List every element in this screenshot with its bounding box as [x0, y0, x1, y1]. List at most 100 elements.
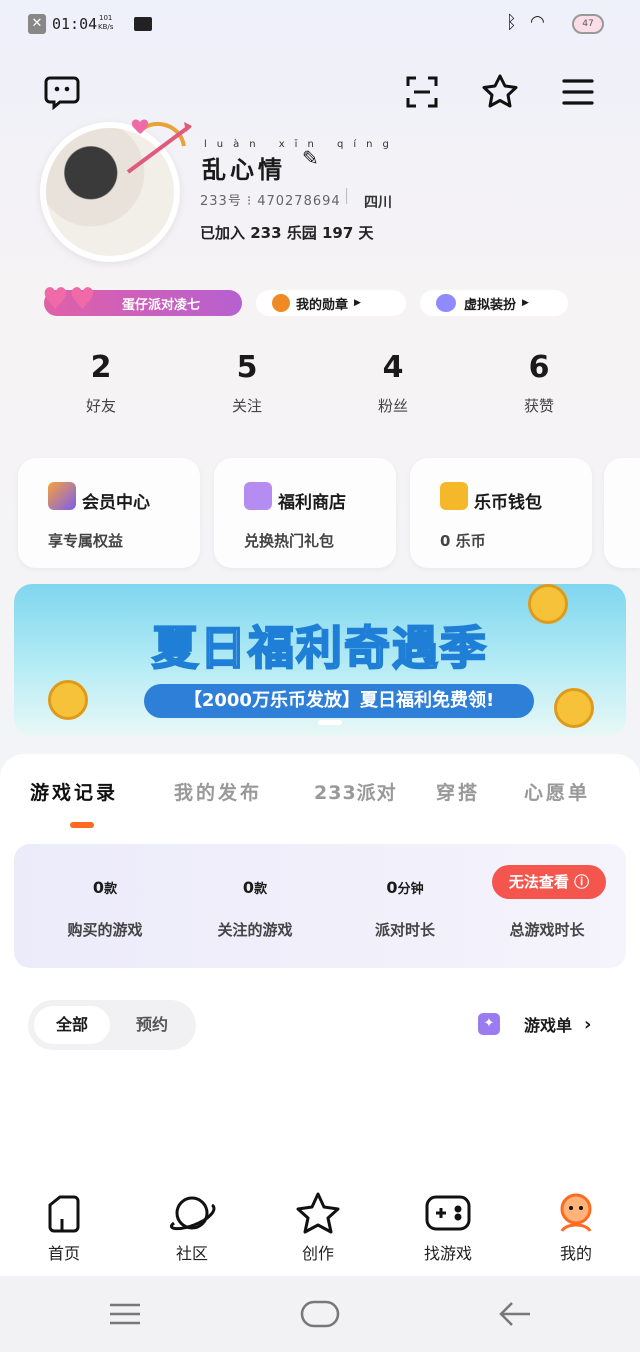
stat-label: 好友 [85, 397, 116, 415]
stat-label: 关注的游戏 [217, 921, 293, 939]
stat-value: 0款 [180, 878, 330, 897]
tab-home[interactable]: 首页 [14, 1190, 114, 1264]
wallet-icon [440, 482, 468, 510]
crown-icon [48, 482, 76, 510]
user-name: 乱心情 [202, 156, 286, 184]
my-medal-button[interactable]: 我的勋章 ▶ [256, 290, 406, 316]
scan-icon[interactable] [400, 70, 444, 114]
bottom-tab-bar: 首页 社区 创作 找游戏 我的 [0, 1178, 640, 1276]
sparkle-icon: ✦ [478, 1013, 500, 1035]
stat-value-number: 0 [242, 878, 255, 897]
card-title: 福利商店 [278, 493, 346, 513]
tab-outfit[interactable]: 穿搭 [436, 778, 480, 805]
coin-icon [554, 688, 594, 728]
stat-unit: 分钟 [397, 882, 424, 897]
camera-icon [134, 17, 152, 31]
stat-fans[interactable]: 4 粉丝 [328, 350, 458, 416]
arrow-right-icon: ▶ [522, 298, 529, 308]
edit-icon[interactable]: ✎ [302, 146, 319, 170]
location: 四川 [364, 195, 392, 211]
virtual-dress-button[interactable]: 虚拟装扮 ▶ [420, 290, 568, 316]
stat-value: 4 [382, 350, 404, 385]
purchased-games: 0款购买的游戏 [30, 878, 180, 940]
game-stats-box: 0款 购买的游戏 0款 关注的游戏 0分钟 派对时长 总游戏时长 [14, 844, 626, 968]
more-card[interactable] [604, 458, 640, 568]
tab-game-record[interactable]: 游戏记录 [30, 778, 118, 805]
stat-value: 0款 [30, 878, 180, 897]
coin-wallet-card[interactable]: 乐币钱包 0 乐币 [410, 458, 592, 568]
tab-mine[interactable]: 我的 [526, 1190, 626, 1264]
recent-apps-icon[interactable] [108, 1302, 142, 1330]
game-list-label: 游戏单 [524, 1016, 573, 1035]
tab-my-posts[interactable]: 我的发布 [174, 778, 262, 805]
planet-icon [142, 1190, 242, 1236]
home-button-icon[interactable] [300, 1300, 340, 1332]
speed-unit: KB/s [98, 23, 114, 31]
stat-value-number: 0 [386, 878, 398, 897]
stat-likes[interactable]: 6 获赞 [474, 350, 604, 416]
banner-subtitle: 【2000万乐币发放】夏日福利免费领! [144, 684, 534, 718]
card-subtitle: 0 乐币 [440, 532, 486, 550]
stat-value: 0分钟 [330, 878, 480, 897]
system-nav-bar [0, 1276, 640, 1352]
tab-label: 首页 [47, 1244, 80, 1263]
stat-label: 购买的游戏 [67, 921, 143, 939]
stat-label: 派对时长 [374, 921, 435, 939]
stat-value: 5 [236, 350, 258, 385]
cupid-frame-decoration [120, 112, 200, 192]
star-icon [268, 1190, 368, 1236]
party-time: 0分钟派对时长 [330, 878, 480, 940]
home-icon [14, 1190, 114, 1236]
favorite-star-icon[interactable] [478, 70, 522, 114]
speed-value: 101 [99, 14, 113, 22]
card-title: 会员中心 [82, 493, 150, 513]
chevron-right-icon: › [584, 1013, 592, 1035]
welfare-store-card[interactable]: 福利商店兑换热门礼包 [214, 458, 396, 568]
medal-icon [272, 294, 290, 312]
game-list-link[interactable]: ✦ 游戏单 › [478, 1012, 591, 1036]
stat-unit: 款 [254, 882, 268, 897]
help-icon: ⓘ [574, 873, 590, 891]
battery-icon: 47 [572, 14, 604, 34]
profile-tabs: 游戏记录 我的发布 233派对 穿搭 心愿单 [0, 778, 640, 818]
filter-reserve[interactable]: 预约 [122, 1006, 182, 1044]
network-speed: 101 KB/s [98, 14, 113, 32]
stat-label: 关注 [231, 397, 262, 415]
stat-label: 粉丝 [377, 397, 408, 415]
mine-avatar-icon [526, 1190, 626, 1236]
tab-wishlist[interactable]: 心愿单 [524, 778, 590, 805]
tab-label: 我的 [559, 1244, 592, 1263]
filter-all[interactable]: 全部 [34, 1006, 110, 1044]
gamepad-icon [398, 1190, 498, 1236]
card-title: 乐币钱包 [474, 493, 542, 513]
joined-days: 已加入 233 乐园 197 天 [200, 224, 374, 242]
menu-icon[interactable] [556, 70, 600, 114]
summer-event-banner[interactable]: 夏日福利奇遇季 【2000万乐币发放】夏日福利免费领! [14, 584, 626, 736]
cannot-view-button[interactable]: 无法查看 ⓘ [492, 865, 606, 899]
member-center-card[interactable]: 会员中心享专属权益 [18, 458, 200, 568]
card-subtitle: 享专属权益 [48, 532, 124, 550]
tab-label: 社区 [175, 1244, 208, 1263]
cat-icon [436, 294, 456, 312]
dress-label: 虚拟装扮 [464, 297, 517, 313]
tab-create[interactable]: 创作 [268, 1190, 368, 1264]
notification-icon: ✕ [28, 14, 46, 34]
coin-icon [48, 680, 88, 720]
tab-community[interactable]: 社区 [142, 1190, 242, 1264]
card-subtitle: 兑换热门礼包 [244, 532, 335, 550]
tab-label: 找游戏 [423, 1244, 472, 1263]
stat-following[interactable]: 5 关注 [182, 350, 312, 416]
stat-friends[interactable]: 2 好友 [36, 350, 166, 416]
stat-value: 6 [528, 350, 550, 385]
heart-wings-icon: ♥♥ [42, 282, 96, 317]
tab-233-party[interactable]: 233派对 [314, 778, 397, 805]
tab-find-games[interactable]: 找游戏 [398, 1190, 498, 1264]
chat-icon[interactable] [40, 70, 84, 114]
banner-title: 夏日福利奇遇季 [151, 620, 488, 676]
party-badge-label: 蛋仔派对凌七 [122, 297, 201, 313]
back-icon[interactable] [498, 1300, 532, 1332]
user-id[interactable]: 233号 ⁝ 470278694 [200, 190, 341, 209]
stat-label: 总游戏时长 [509, 921, 585, 939]
medal-label: 我的勋章 [296, 297, 349, 313]
stat-unit: 款 [104, 882, 118, 897]
